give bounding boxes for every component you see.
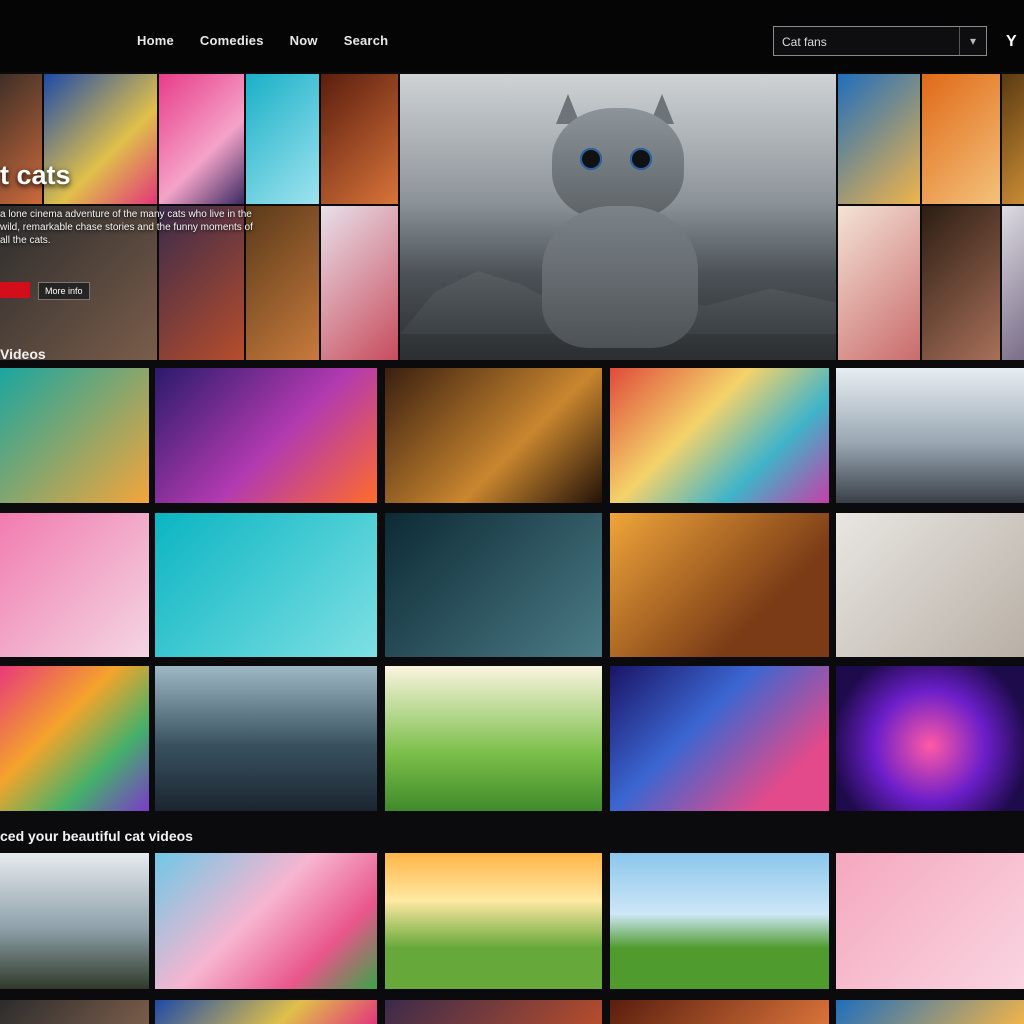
nav-comedies[interactable]: Comedies	[200, 33, 264, 48]
row-title: Videos	[0, 346, 46, 362]
video-thumbnail[interactable]	[836, 513, 1024, 657]
video-thumbnail[interactable]	[155, 368, 377, 503]
video-thumbnail[interactable]	[0, 513, 149, 657]
hero-thumb[interactable]	[321, 74, 398, 204]
video-thumbnail[interactable]	[0, 853, 149, 989]
video-thumbnail[interactable]	[610, 1000, 829, 1024]
video-thumbnail[interactable]	[155, 853, 377, 989]
nav-home[interactable]: Home	[137, 33, 174, 48]
nav-search[interactable]: Search	[344, 33, 389, 48]
hero-thumb[interactable]	[246, 74, 319, 204]
kitten-figure	[542, 94, 700, 354]
hero-thumb[interactable]	[838, 206, 920, 360]
hero-title: t cats	[0, 160, 71, 190]
search-dropdown-icon[interactable]: ▾	[959, 27, 986, 55]
video-thumbnail[interactable]	[385, 666, 602, 811]
video-thumbnail[interactable]	[610, 853, 829, 989]
video-thumbnail[interactable]	[836, 853, 1024, 989]
hero-thumb[interactable]	[321, 206, 398, 360]
video-thumbnail[interactable]	[385, 853, 602, 989]
main-nav: Home Comedies Now Search	[137, 33, 388, 48]
video-thumbnail[interactable]	[385, 513, 602, 657]
video-thumbnail[interactable]	[836, 368, 1024, 503]
play-button[interactable]	[0, 282, 30, 298]
video-thumbnail[interactable]	[836, 666, 1024, 811]
video-thumbnail[interactable]	[0, 1000, 149, 1024]
video-thumbnail[interactable]	[836, 1000, 1024, 1024]
brand-logo[interactable]: Y	[1006, 33, 1017, 51]
video-thumbnail[interactable]	[155, 513, 377, 657]
row-title: ced your beautiful cat videos	[0, 828, 193, 844]
hero-description: a lone cinema adventure of the many cats…	[0, 209, 253, 246]
hero-thumb[interactable]	[1002, 74, 1024, 204]
hero-thumb[interactable]	[838, 74, 920, 204]
hero-thumb[interactable]	[922, 206, 1000, 360]
hero-banner[interactable]	[400, 74, 836, 360]
video-thumbnail[interactable]	[385, 368, 602, 503]
video-thumbnail[interactable]	[385, 1000, 602, 1024]
nav-now[interactable]: Now	[290, 33, 318, 48]
search-box: ▾	[773, 26, 987, 57]
video-thumbnail[interactable]	[610, 368, 829, 503]
video-thumbnail[interactable]	[155, 1000, 377, 1024]
top-navigation-bar: Home Comedies Now Search ▾ Y	[0, 0, 1024, 72]
video-thumbnail[interactable]	[155, 666, 377, 811]
video-thumbnail[interactable]	[0, 368, 149, 503]
hero-thumb[interactable]	[1002, 206, 1024, 360]
hero-thumb[interactable]	[922, 74, 1000, 204]
video-thumbnail[interactable]	[610, 513, 829, 657]
hero-thumb[interactable]	[159, 74, 244, 204]
video-thumbnail[interactable]	[610, 666, 829, 811]
video-thumbnail[interactable]	[0, 666, 149, 811]
more-info-button[interactable]: More info	[38, 282, 90, 300]
search-input[interactable]	[780, 27, 964, 57]
